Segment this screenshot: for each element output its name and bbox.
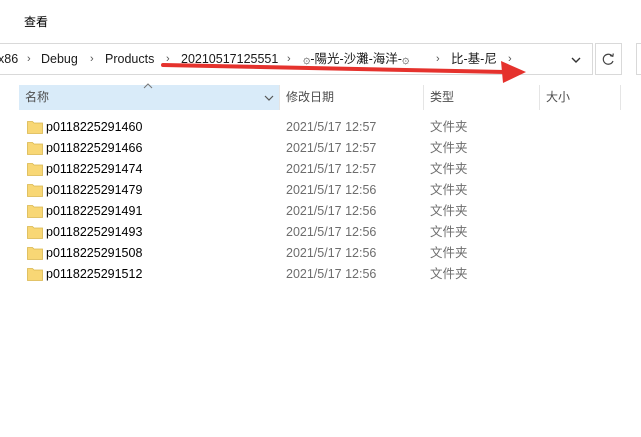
breadcrumb-separator[interactable]: ›	[508, 44, 512, 74]
folder-icon	[27, 205, 43, 218]
file-date: 2021/5/17 12:57	[286, 141, 377, 155]
file-name: p0118225291474	[46, 162, 143, 176]
column-header-name-label: 名称	[25, 90, 50, 104]
folder-icon	[27, 121, 43, 134]
refresh-icon	[602, 53, 614, 65]
breadcrumb-separator[interactable]: ›	[436, 44, 440, 74]
file-row[interactable]: p0118225291466 2021/5/17 12:57 文件夹	[19, 138, 619, 159]
folder-icon	[27, 184, 43, 197]
column-header-type[interactable]: 类型	[424, 85, 539, 110]
breadcrumb-bikini-folder[interactable]: 比-基-尼	[451, 44, 497, 74]
address-bar[interactable]: x86 › Debug › Products › 20210517125551 …	[0, 43, 593, 75]
file-date: 2021/5/17 12:57	[286, 162, 377, 176]
file-date: 2021/5/17 12:56	[286, 183, 377, 197]
folder-icon	[27, 142, 43, 155]
folder-icon	[27, 226, 43, 239]
file-name: p0118225291460	[46, 120, 143, 134]
file-type: 文件夹	[430, 183, 468, 197]
column-header-row: 名称 修改日期 类型 大小	[0, 83, 641, 110]
folder-icon	[27, 247, 43, 260]
file-type: 文件夹	[430, 204, 468, 218]
search-box[interactable]	[636, 43, 641, 75]
file-name: p0118225291508	[46, 246, 143, 260]
ribbon-menubar: 查看	[0, 0, 641, 38]
file-type: 文件夹	[430, 267, 468, 281]
file-row[interactable]: p0118225291474 2021/5/17 12:57 文件夹	[19, 159, 619, 180]
file-row[interactable]: p0118225291508 2021/5/17 12:56 文件夹	[19, 243, 619, 264]
file-date: 2021/5/17 12:56	[286, 204, 377, 218]
file-name: p0118225291512	[46, 267, 143, 281]
refresh-button[interactable]	[595, 43, 622, 75]
file-type: 文件夹	[430, 120, 468, 134]
breadcrumb-sunshine-folder[interactable]: ۞-陽光-沙灘-海洋-۞	[303, 44, 409, 74]
column-header-date-modified[interactable]: 修改日期	[280, 85, 423, 110]
menu-view[interactable]: 查看	[17, 12, 55, 32]
file-name: p0118225291491	[46, 204, 143, 218]
file-type: 文件夹	[430, 141, 468, 155]
folder-icon	[27, 268, 43, 281]
file-row[interactable]: p0118225291460 2021/5/17 12:57 文件夹	[19, 117, 619, 138]
breadcrumb-separator[interactable]: ›	[166, 44, 170, 74]
breadcrumb-x86[interactable]: x86	[0, 44, 18, 74]
file-name: p0118225291479	[46, 183, 143, 197]
breadcrumb-products[interactable]: Products	[105, 44, 154, 74]
file-type: 文件夹	[430, 225, 468, 239]
file-date: 2021/5/17 12:56	[286, 267, 377, 281]
breadcrumb-timestamp-folder[interactable]: 20210517125551	[181, 44, 278, 74]
folder-icon	[27, 163, 43, 176]
file-row[interactable]: p0118225291491 2021/5/17 12:56 文件夹	[19, 201, 619, 222]
breadcrumb-separator[interactable]: ›	[287, 44, 291, 74]
chevron-down-icon[interactable]	[568, 52, 584, 68]
file-row[interactable]: p0118225291479 2021/5/17 12:56 文件夹	[19, 180, 619, 201]
column-header-name[interactable]: 名称	[19, 83, 279, 110]
file-date: 2021/5/17 12:56	[286, 225, 377, 239]
file-date: 2021/5/17 12:57	[286, 120, 377, 134]
address-row: x86 › Debug › Products › 20210517125551 …	[0, 38, 641, 82]
file-row[interactable]: p0118225291512 2021/5/17 12:56 文件夹	[19, 264, 619, 285]
file-name: p0118225291493	[46, 225, 143, 239]
breadcrumb-debug[interactable]: Debug	[41, 44, 78, 74]
column-header-size[interactable]: 大小	[540, 85, 620, 110]
file-name: p0118225291466	[46, 141, 143, 155]
column-filter-chevron-icon[interactable]	[264, 93, 274, 103]
file-type: 文件夹	[430, 246, 468, 260]
file-row[interactable]: p0118225291493 2021/5/17 12:56 文件夹	[19, 222, 619, 243]
file-date: 2021/5/17 12:56	[286, 246, 377, 260]
column-divider[interactable]	[620, 85, 621, 110]
sort-ascending-icon	[143, 83, 153, 89]
file-type: 文件夹	[430, 162, 468, 176]
breadcrumb-separator[interactable]: ›	[27, 44, 31, 74]
breadcrumb-separator[interactable]: ›	[90, 44, 94, 74]
